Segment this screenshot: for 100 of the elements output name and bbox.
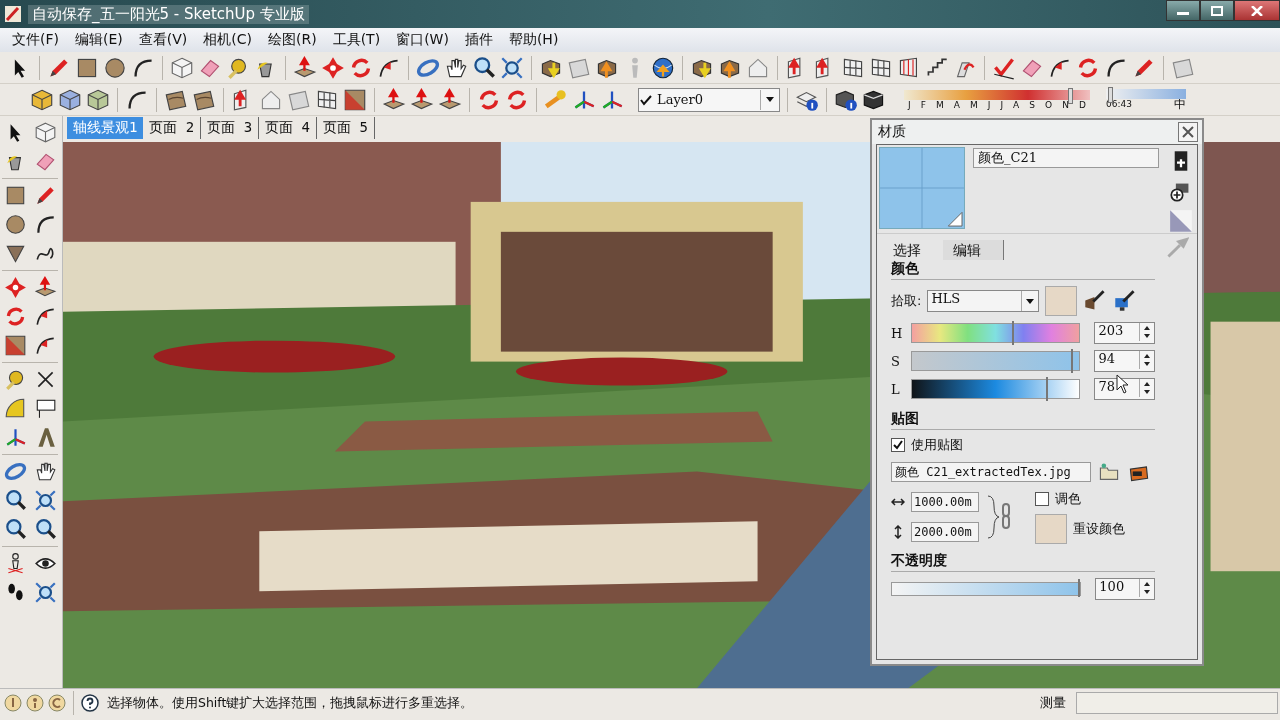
cube-icon[interactable]: [30, 87, 54, 112]
zoom-extents-icon[interactable]: [500, 55, 524, 80]
reset-color-label[interactable]: 重设颜色: [1073, 520, 1125, 538]
default-material-icon[interactable]: [1169, 209, 1193, 233]
slider-thumb[interactable]: [1078, 579, 1081, 597]
mouse-pointer-icon: [1116, 374, 1130, 394]
globe-icon[interactable]: [651, 55, 675, 80]
check-icon: [639, 93, 653, 106]
checkbox[interactable]: [1035, 492, 1049, 506]
color-mode-dropdown[interactable]: HLS: [927, 290, 1040, 312]
menu-item[interactable]: 绘图(R): [260, 31, 325, 49]
opacity-slider[interactable]: [891, 582, 1082, 596]
measure-label: 测量: [1040, 694, 1066, 712]
checkbox-label: 调色: [1055, 490, 1081, 508]
layer-dropdown[interactable]: Layer0: [638, 87, 780, 112]
panel-title: 材质: [878, 123, 907, 141]
cube-icon[interactable]: [170, 55, 194, 80]
checkbox[interactable]: [891, 438, 905, 452]
month-label: O: [1045, 99, 1053, 110]
dropdown-arrow-icon: [1026, 298, 1035, 304]
push-pull-icon[interactable]: [33, 276, 57, 299]
channel-label: H: [891, 325, 904, 341]
section-heading: 不透明度: [891, 552, 1155, 572]
month-label: M: [969, 99, 978, 110]
texture-file-field[interactable]: 颜色 C21_extractedTex.jpg: [891, 462, 1091, 482]
slider-thumb[interactable]: [1071, 349, 1074, 373]
section-heading: 贴图: [891, 410, 1155, 430]
scene-tab[interactable]: 页面 3: [201, 117, 260, 139]
help-icon[interactable]: [81, 694, 99, 712]
month-label: J: [1000, 99, 1004, 110]
value-field[interactable]: 94: [1094, 350, 1155, 372]
app-icon: [4, 5, 22, 23]
push-pull-icon[interactable]: [382, 87, 406, 112]
menu-item[interactable]: 插件: [456, 31, 501, 49]
push-pull-icon[interactable]: [438, 87, 462, 112]
month-label: J: [908, 99, 911, 110]
menu-item[interactable]: 文件(F): [4, 31, 67, 49]
slider-thumb[interactable]: [1045, 377, 1048, 401]
material-name-field[interactable]: 颜色_C21: [973, 148, 1159, 168]
color-slider[interactable]: [910, 379, 1081, 399]
minimize-button[interactable]: [1166, 0, 1200, 21]
month-label: A: [1013, 99, 1020, 110]
minimize-icon: [1177, 12, 1189, 15]
zoom-icon[interactable]: [472, 55, 496, 80]
credits-icon[interactable]: [26, 694, 44, 712]
cube-icon[interactable]: [33, 121, 57, 144]
scene-tab[interactable]: 页面 4: [259, 117, 317, 139]
color-slider[interactable]: [910, 323, 1081, 343]
menu-item[interactable]: 编辑(E): [67, 31, 131, 49]
panel-tab[interactable]: 选择: [883, 240, 943, 260]
month-label: N: [1062, 99, 1069, 110]
panel-tab[interactable]: 编辑: [943, 240, 1004, 260]
push-pull-icon[interactable]: [293, 55, 317, 80]
height-icon: [891, 525, 905, 539]
width-field[interactable]: 1000.00m: [911, 492, 979, 512]
copyright-icon[interactable]: [48, 694, 66, 712]
zoom-icon[interactable]: [3, 489, 27, 512]
menu-item[interactable]: 相机(C): [195, 31, 260, 49]
section-heading: 颜色: [891, 260, 1155, 280]
push-pull-icon[interactable]: [410, 87, 434, 112]
menu-item[interactable]: 窗口(W): [388, 31, 457, 49]
picker-label: 拾取:: [891, 292, 922, 310]
lock-aspect-icon[interactable]: [985, 492, 1013, 542]
month-label: S: [1029, 99, 1035, 110]
cube-icon[interactable]: [86, 87, 110, 112]
noon-label: 中: [1174, 99, 1186, 110]
color-swatch: [1045, 286, 1078, 316]
protractor-icon[interactable]: [3, 397, 27, 420]
menu-item[interactable]: 帮助(H): [500, 31, 567, 49]
scene-tab[interactable]: 页面 2: [143, 117, 202, 139]
scene-tab[interactable]: 页面 5: [317, 117, 375, 139]
circle-icon[interactable]: [3, 213, 27, 236]
menu-item[interactable]: 查看(V): [130, 31, 196, 49]
move-icon[interactable]: [321, 55, 345, 80]
slider-thumb[interactable]: [1067, 87, 1073, 104]
move-icon[interactable]: [3, 276, 27, 299]
value-field[interactable]: 78: [1094, 378, 1155, 400]
menu-item[interactable]: 工具(T): [324, 31, 389, 49]
close-button[interactable]: [1234, 0, 1280, 21]
slider-thumb[interactable]: [1012, 321, 1015, 345]
month-label: D: [1078, 99, 1086, 110]
close-icon[interactable]: [1178, 122, 1198, 142]
geo-location-icon[interactable]: [4, 694, 22, 712]
cube-icon[interactable]: [58, 87, 82, 112]
zoom-extents-icon[interactable]: [33, 489, 57, 512]
circle-icon[interactable]: [103, 55, 127, 80]
month-label: J: [987, 99, 991, 110]
height-field[interactable]: 2000.00m: [911, 522, 979, 542]
dropdown-arrow-icon: [766, 97, 774, 102]
orbit-icon[interactable]: [3, 460, 27, 483]
maximize-button[interactable]: [1200, 0, 1234, 21]
value-field[interactable]: 100: [1095, 578, 1155, 600]
status-message: 选择物体。使用Shift键扩大选择范围，拖拽鼠标进行多重选择。: [107, 694, 474, 712]
color-slider[interactable]: [910, 351, 1081, 371]
month-label: M: [935, 99, 944, 110]
reset-color-swatch[interactable]: [1035, 514, 1067, 544]
window-title: 自动保存_五一阳光5 - SketchUp 专业版: [28, 4, 309, 24]
measure-field[interactable]: [1076, 692, 1278, 714]
value-field[interactable]: 203: [1094, 322, 1155, 344]
channel-label: S: [891, 353, 901, 369]
